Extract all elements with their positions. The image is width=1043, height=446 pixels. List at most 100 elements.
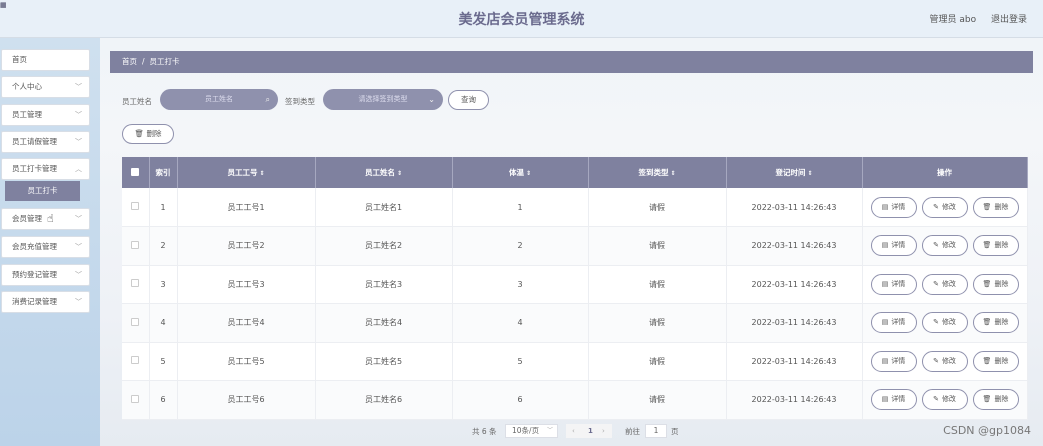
top-bar: ▦ 美发店会员管理系统 管理员 abo 退出登录	[0, 0, 1043, 38]
sidebar-item-booking[interactable]: 预约登记管理 ﹀	[1, 264, 90, 286]
delete-label: 删除	[994, 202, 1009, 211]
page-size-select[interactable]: 10条/页 ﹀	[505, 424, 558, 438]
cell-ops: ▤ 详情 ✎ 修改 🗑 删除	[862, 380, 1028, 420]
select-all-checkbox[interactable]	[131, 167, 140, 176]
header-ops: 操作	[862, 157, 1028, 188]
cell-index: 3	[149, 265, 178, 304]
pencil-icon: ✎	[933, 241, 939, 250]
chevron-down-icon: ﹀	[75, 111, 82, 119]
sidebar-item-checkin[interactable]: 员工打卡管理 ︿	[1, 158, 90, 180]
header-type[interactable]: 签到类型 ⇕	[588, 157, 727, 188]
type-select[interactable]: 请选择签到类型 ⌄	[323, 89, 443, 110]
sidebar-item-home[interactable]: 首页	[1, 49, 90, 71]
delete-button[interactable]: 🗑 删除	[972, 273, 1019, 295]
admin-label: 管理员 abo	[929, 15, 977, 25]
sidebar-item-label: 员工请假管理	[12, 137, 57, 146]
detail-button[interactable]: ▤ 详情	[870, 235, 917, 257]
chevron-down-icon: ﹀	[75, 243, 82, 251]
current-page[interactable]: 1	[588, 424, 593, 438]
watermark: CSDN @gp1084	[943, 424, 1031, 437]
sidebar-item-members[interactable]: 会员管理 ﹀	[1, 208, 90, 230]
sidebar-item-label: 预约登记管理	[12, 270, 57, 279]
detail-button[interactable]: ▤ 详情	[870, 389, 917, 411]
sidebar-item-profile[interactable]: 个人中心 ﹀	[1, 76, 90, 98]
cell-emp-no: 员工工号5	[177, 342, 316, 381]
row-checkbox[interactable]	[131, 240, 140, 249]
row-checkbox[interactable]	[131, 202, 140, 210]
delete-button[interactable]: 🗑 删除	[972, 389, 1019, 411]
cell-index: 5	[149, 342, 178, 381]
edit-button[interactable]: ✎ 修改	[921, 312, 968, 334]
bulk-delete-button[interactable]: 🗑 删除	[122, 124, 174, 144]
type-search-label: 签到类型	[285, 97, 315, 106]
row-checkbox[interactable]	[131, 394, 140, 403]
prev-page-icon[interactable]: ‹	[572, 424, 575, 438]
edit-button[interactable]: ✎ 修改	[921, 389, 968, 411]
cell-emp-no: 员工工号6	[177, 380, 316, 420]
header-time[interactable]: 登记时间 ⇕	[726, 157, 863, 188]
sidebar-item-recharge[interactable]: 会员充值管理 ﹀	[1, 236, 90, 258]
detail-label: 详情	[891, 356, 906, 365]
hand-cursor-icon: ☝	[47, 212, 54, 225]
sidebar-item-consumption[interactable]: 消费记录管理 ﹀	[1, 291, 90, 313]
name-search-label: 员工姓名	[122, 97, 152, 106]
edit-label: 修改	[941, 241, 956, 250]
cell-time: 2022-03-11 14:26:43	[726, 303, 863, 343]
document-icon: ▤	[881, 241, 889, 250]
header-index: 索引	[149, 157, 178, 188]
detail-button[interactable]: ▤ 详情	[870, 312, 917, 334]
cell-temp: 1	[452, 188, 589, 227]
cell-index: 2	[149, 226, 178, 266]
select-all-cell	[122, 157, 150, 188]
cell-ops: ▤ 详情 ✎ 修改 🗑 删除	[862, 342, 1028, 381]
edit-label: 修改	[941, 279, 956, 288]
pager-total: 共 6 条	[472, 427, 497, 436]
header-label: 索引	[155, 168, 171, 177]
sidebar-subitem-checkin[interactable]: 员工打卡	[5, 181, 80, 201]
edit-button[interactable]: ✎ 修改	[921, 273, 968, 295]
row-checkbox[interactable]	[131, 356, 140, 365]
edit-label: 修改	[941, 318, 956, 327]
row-checkbox[interactable]	[131, 279, 140, 288]
header-emp-no[interactable]: 员工工号 ⇕	[177, 157, 316, 188]
edit-button[interactable]: ✎ 修改	[921, 350, 968, 372]
sidebar-item-label: 消费记录管理	[12, 297, 57, 306]
row-checkbox[interactable]	[131, 317, 140, 326]
chevron-down-icon: ⌄	[428, 95, 435, 104]
row-select-cell	[122, 188, 150, 227]
edit-button[interactable]: ✎ 修改	[921, 196, 968, 218]
query-button[interactable]: 查询	[448, 90, 489, 110]
detail-button[interactable]: ▤ 详情	[870, 350, 917, 372]
pencil-icon: ✎	[933, 279, 939, 288]
delete-label: 删除	[994, 279, 1009, 288]
edit-button[interactable]: ✎ 修改	[921, 235, 968, 257]
next-page-icon[interactable]: ›	[602, 424, 605, 438]
delete-button[interactable]: 🗑 删除	[972, 235, 1019, 257]
sidebar-item-leave[interactable]: 员工请假管理 ﹀	[1, 131, 90, 153]
breadcrumb-home[interactable]: 首页	[122, 57, 137, 66]
cell-emp-no: 员工工号2	[177, 226, 316, 266]
detail-label: 详情	[891, 279, 906, 288]
detail-button[interactable]: ▤ 详情	[870, 196, 917, 218]
logout-link[interactable]: 退出登录	[991, 15, 1027, 25]
sidebar-item-staff[interactable]: 员工管理 ﹀	[1, 104, 90, 126]
name-search-placeholder: 员工姓名	[205, 95, 233, 103]
goto-page-input[interactable]: 1	[645, 424, 667, 438]
table-row: 6 员工工号6 员工姓名6 6 请假 2022-03-11 14:26:43 ▤…	[122, 380, 1028, 420]
header-emp-name[interactable]: 员工姓名 ⇕	[315, 157, 453, 188]
delete-button[interactable]: 🗑 删除	[972, 312, 1019, 334]
header-temp[interactable]: 体温 ⇕	[452, 157, 589, 188]
header-label: 登记时间	[775, 168, 806, 177]
name-search-input[interactable]: 员工姓名 ⌕	[160, 89, 278, 110]
delete-button[interactable]: 🗑 删除	[972, 196, 1019, 218]
sidebar-item-label: 员工管理	[12, 110, 42, 119]
bulk-delete-label: 删除	[146, 129, 162, 138]
cell-temp: 3	[452, 265, 589, 304]
delete-button[interactable]: 🗑 删除	[972, 350, 1019, 372]
delete-label: 删除	[994, 241, 1009, 250]
detail-button[interactable]: ▤ 详情	[870, 273, 917, 295]
sort-icon: ⇕	[807, 170, 813, 177]
detail-label: 详情	[891, 202, 906, 211]
cell-time: 2022-03-11 14:26:43	[726, 265, 863, 304]
edit-label: 修改	[941, 356, 956, 365]
